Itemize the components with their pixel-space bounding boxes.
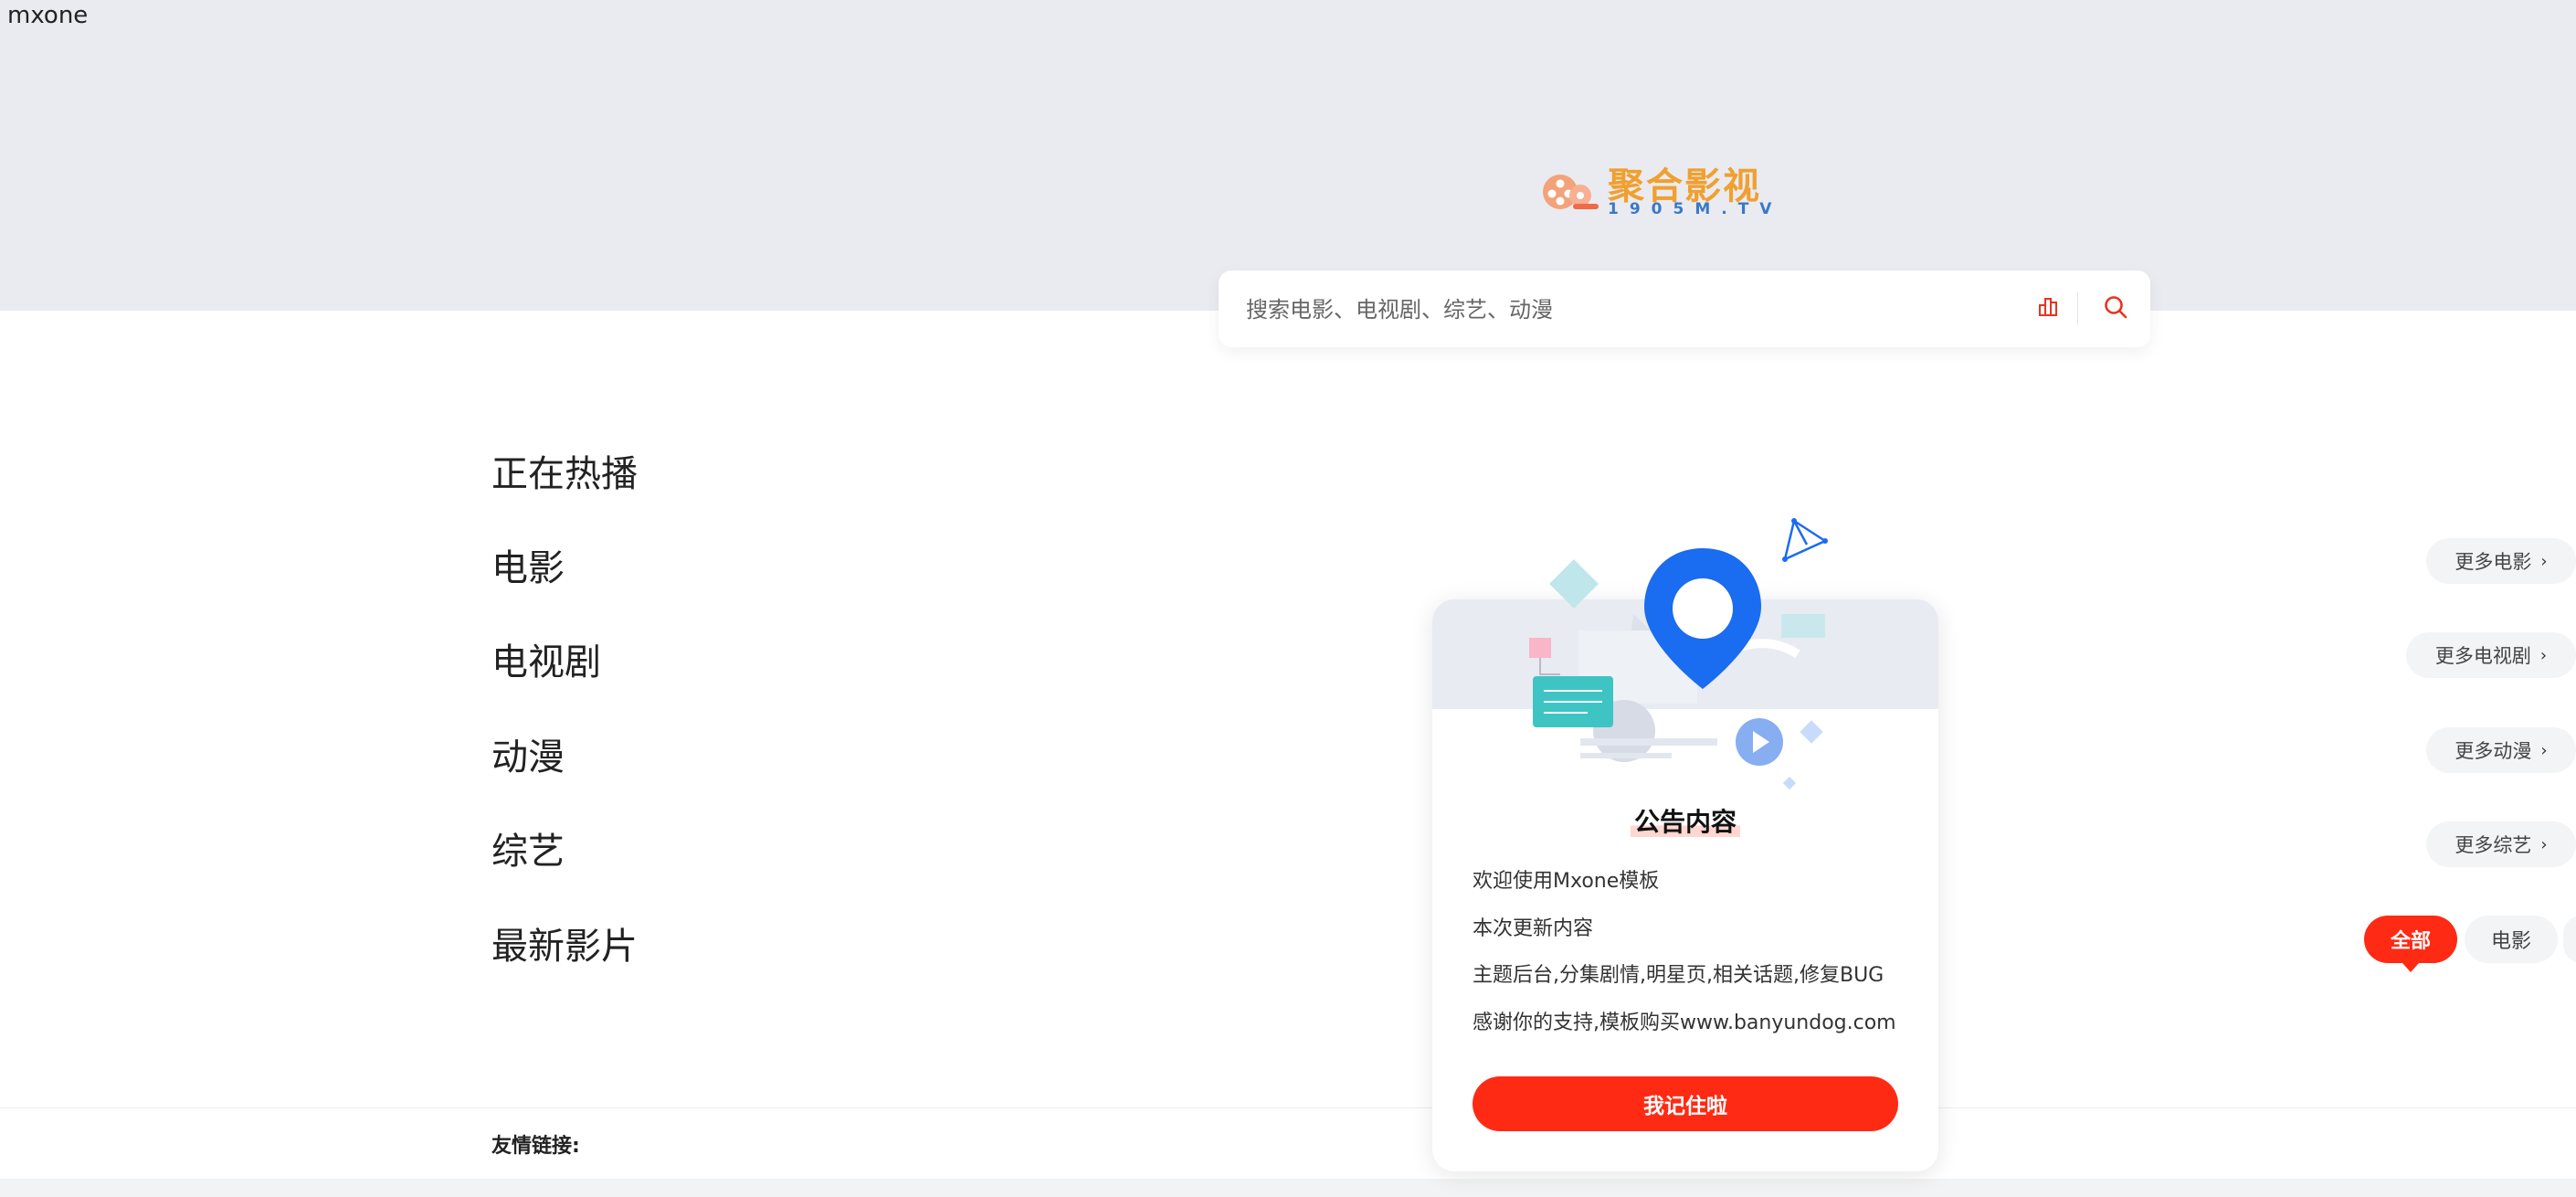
notice-line: 主题后台,分集剧情,明星页,相关话题,修复BUG (1473, 964, 1884, 987)
ranking-icon (2037, 296, 2059, 322)
section-title-latest: 最新影片 (491, 926, 638, 968)
notice-title: 公告内容 (1432, 802, 1938, 839)
site-logo[interactable]: 聚合影视 1905M.TV (1540, 166, 1832, 217)
more-label: 更多动漫 (2455, 740, 2532, 762)
notice-confirm-button[interactable]: 我记住啦 (1473, 1076, 1898, 1131)
more-tv-button[interactable]: 更多电视剧 › (2406, 632, 2576, 678)
filter-tab-next[interactable] (2563, 916, 2576, 963)
notice-illustration (1524, 512, 1853, 795)
filter-tab-all[interactable]: 全部 (2364, 916, 2457, 972)
section-title-movie: 电影 (491, 547, 565, 589)
notice-line: 本次更新内容 (1473, 917, 1594, 940)
more-movie-button[interactable]: 更多电影 › (2426, 538, 2576, 584)
ranking-button[interactable] (2030, 291, 2066, 327)
section-title-now-playing: 正在热播 (491, 453, 638, 495)
filter-tab-movie[interactable]: 电影 (2465, 916, 2558, 963)
site-name[interactable]: mxone (7, 2, 88, 29)
notice-line: 感谢你的支持,模板购买www.banyundog.com (1473, 1012, 1896, 1034)
section-title-tv: 电视剧 (491, 641, 601, 683)
more-anime-button[interactable]: 更多动漫 › (2426, 727, 2576, 773)
chevron-right-icon: › (2540, 834, 2548, 854)
search-input[interactable] (1244, 289, 1997, 331)
more-label: 更多电视剧 (2434, 645, 2531, 667)
search-button[interactable] (2096, 289, 2136, 329)
more-label: 更多电影 (2455, 551, 2532, 573)
search-box (1219, 270, 2150, 347)
bottom-bar (0, 1179, 2576, 1197)
film-reel-icon (1540, 171, 1600, 213)
section-title-anime: 动漫 (491, 736, 565, 779)
notice-line: 欢迎使用Mxone模板 (1473, 870, 1660, 893)
chevron-right-icon: › (2540, 551, 2548, 571)
chevron-right-icon: › (2540, 740, 2548, 760)
more-variety-button[interactable]: 更多综艺 › (2426, 821, 2576, 867)
search-divider (2077, 292, 2078, 325)
more-label: 更多综艺 (2455, 834, 2532, 856)
footer-divider (0, 1107, 2576, 1108)
section-title-variety: 综艺 (491, 831, 565, 873)
chevron-right-icon: › (2539, 645, 2548, 665)
friend-links-label: 友情链接: (491, 1135, 580, 1158)
logo-sub-text: 1905M.TV (1608, 200, 1783, 218)
hero-banner (0, 0, 2576, 311)
search-icon (2103, 294, 2128, 323)
